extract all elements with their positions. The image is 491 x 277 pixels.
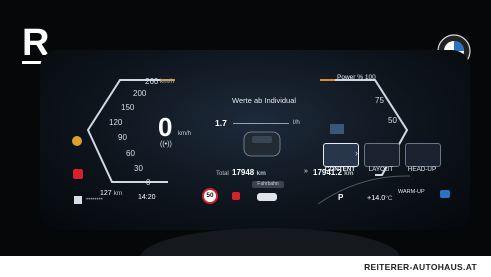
range-value: 127 km	[100, 190, 123, 197]
traction-warning-icon	[72, 136, 82, 146]
airbag-warning-icon	[73, 169, 83, 179]
outside-temperature: +14.0°C	[367, 193, 393, 202]
speed-tick-0: 0	[146, 178, 151, 187]
consumption-bar	[233, 123, 289, 124]
warm-up-label: WARM-UP	[398, 189, 425, 195]
speed-tick-150: 150	[121, 103, 135, 112]
menu-layout-label[interactable]: LAYOUT	[361, 166, 401, 173]
total-distance: 17948 km	[232, 168, 266, 177]
footer-site: REITERER-AUTOHAUS.AT	[364, 262, 477, 272]
car-icon	[257, 193, 277, 201]
fuel-gauge-dots: ••••••••	[86, 197, 103, 203]
fuel-icon	[74, 196, 82, 204]
speed-tick-120: 120	[109, 118, 123, 127]
power-tick-75: 75	[375, 96, 384, 105]
speed-limit-sign: 50	[202, 188, 218, 204]
gear-indicator: P	[338, 193, 344, 202]
chevron-right-icon: ›	[355, 148, 358, 158]
menu-content-label[interactable]: CONTENT	[320, 166, 360, 173]
consumption-unit: l/h	[293, 119, 300, 126]
instrument-cluster: R 260 km/h 200 150 120 90 60 30 0 0 km/h…	[0, 0, 491, 277]
seatbelt-icon	[232, 192, 240, 200]
speed-tick-30: 30	[134, 164, 143, 173]
menu-headup-tile[interactable]	[405, 143, 441, 167]
menu-layout-tile[interactable]	[364, 143, 400, 167]
speed-tick-200: 200	[133, 89, 147, 98]
power-label: Power % 100	[337, 74, 376, 81]
menu-content-tile[interactable]	[323, 143, 359, 167]
power-grid-icon	[330, 124, 344, 134]
trip-arrow-icon: »	[304, 168, 308, 175]
speed-tick-60: 60	[126, 149, 135, 158]
wifi-icon: ((•))	[160, 141, 172, 148]
total-label: Total	[216, 171, 229, 177]
power-tick-50: 50	[388, 116, 397, 125]
menu-headup-label[interactable]: HEAD-UP	[402, 166, 442, 173]
road-badge: Fahrbahn	[252, 181, 284, 188]
speed-tick-90: 90	[118, 133, 127, 142]
clock-time: 14:20	[138, 194, 156, 201]
consumption-value: 1.7	[215, 118, 227, 128]
current-speed: 0	[158, 112, 173, 142]
speed-tick-unit: km/h	[160, 78, 175, 85]
consumption-title: Werte ab Individual	[232, 96, 297, 105]
speed-tick-260: 260	[145, 77, 159, 86]
speed-unit: km/h	[178, 131, 192, 137]
energy-icon	[440, 190, 450, 198]
